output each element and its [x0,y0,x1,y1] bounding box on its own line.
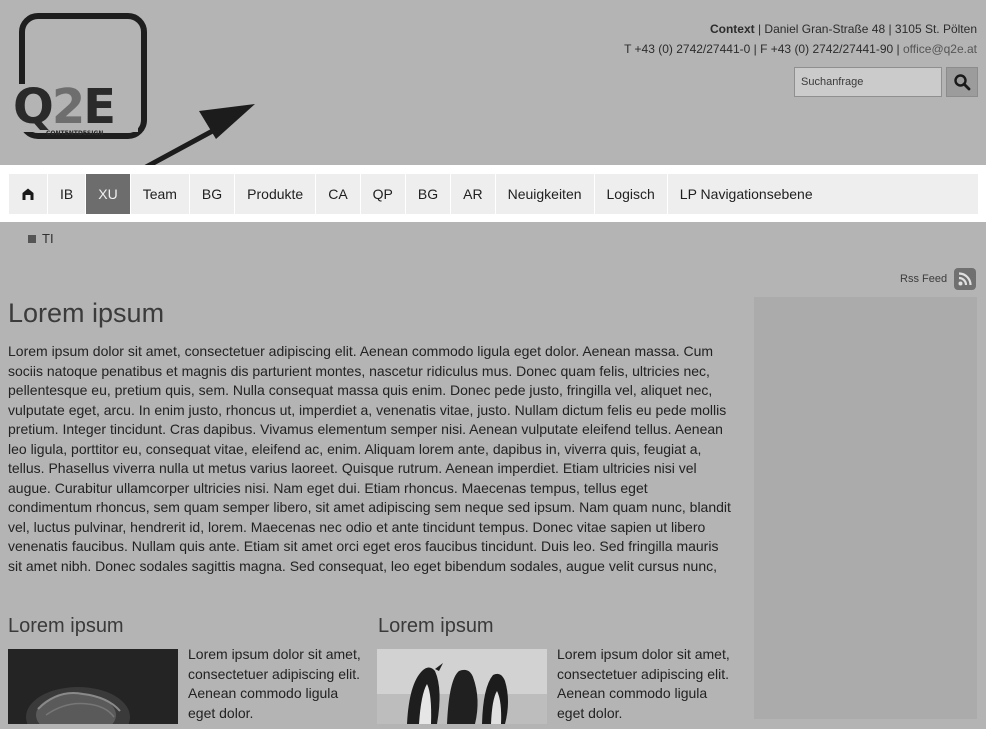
sidebar [754,297,977,719]
company-name: Context [709,22,755,36]
nav-item-ca[interactable]: CA [316,174,361,214]
nav-item-ib[interactable]: IB [48,174,87,214]
nav-item-lp-navigationsebene[interactable]: LP Navigationsebene [668,174,978,214]
phone-fax: T +43 (0) 2742/27441-0 | F +43 (0) 2742/… [624,42,900,56]
nav-item-qp[interactable]: QP [361,174,406,214]
rss-feed-link[interactable]: Rss Feed [900,268,977,290]
search-icon [954,74,971,91]
column-1-image-jellyfish [8,649,178,729]
nav-item-team[interactable]: Team [131,174,190,214]
column-2-text: Lorem ipsum dolor sit amet, consectetuer… [557,646,730,721]
main-navigation: IB XU Team BG Produkte CA QP BG AR Neuig… [9,174,978,214]
article-body: Lorem ipsum dolor sit amet, consectetuer… [8,343,731,574]
nav-item-bg[interactable]: BG [190,174,236,214]
svg-text:CONTENTDESIGN: CONTENTDESIGN [46,130,103,137]
nav-item-xu[interactable]: XU [86,174,131,214]
nav-home[interactable] [9,174,48,214]
svg-text:Q2E: Q2E [13,79,114,135]
bullet-square-icon [28,234,36,243]
rss-icon [954,268,977,290]
nav-item-bg-2[interactable]: BG [406,174,452,214]
nav-item-ar[interactable]: AR [451,174,496,214]
page-title: Lorem ipsum [8,298,165,328]
address: Daniel Gran-Straße 48 | 3105 St. Pölten [764,22,977,36]
rss-label: Rss Feed [900,273,948,285]
column-2-image-penguins [377,649,547,724]
column-1-title: Lorem ipsum [8,615,124,637]
contact-info: Context | Daniel Gran-Straße 48 | 3105 S… [624,22,977,56]
column-2-title: Lorem ipsum [378,615,494,637]
search-button[interactable] [946,67,978,97]
nav-item-logisch[interactable]: Logisch [595,174,668,214]
home-icon [22,188,34,200]
search-input[interactable] [794,67,942,97]
subnav-item-ti[interactable]: TI [28,231,54,246]
column-1-text: Lorem ipsum dolor sit amet, consectetuer… [188,646,361,721]
nav-item-neuigkeiten[interactable]: Neuigkeiten [496,174,595,214]
nav-item-produkte[interactable]: Produkte [235,174,317,214]
email-link[interactable]: office@q2e.at [903,42,977,56]
subnav-label: TI [42,231,54,246]
